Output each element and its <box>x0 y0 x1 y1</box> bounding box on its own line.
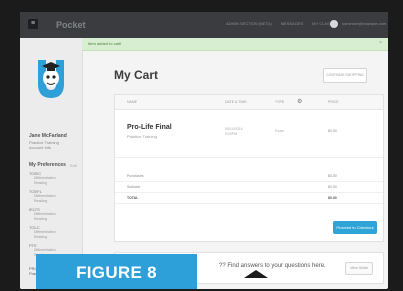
summary-value: $0.00 <box>328 185 337 189</box>
user-details: Practice Training Account Info <box>29 140 59 150</box>
banner-message: Item added to cart! <box>88 41 122 46</box>
preferences-list: TOEIC Differentiation Reading TOEFL Diff… <box>29 171 79 261</box>
nav-link-admin[interactable]: ADMIN SECTION (BETA) <box>226 21 272 26</box>
cart-table: NAME DATE & TIME TYPE ⚙ PRICE Pro-Life F… <box>114 94 384 242</box>
figure-label: FIGURE 8 <box>36 254 197 289</box>
preferences-title: My Preferences <box>29 162 66 168</box>
settings-icon[interactable]: ⚙ <box>297 98 302 105</box>
item-price: $0.00 <box>328 129 337 133</box>
avatar[interactable] <box>330 20 338 28</box>
pref-item[interactable]: Reading <box>29 199 79 204</box>
success-banner: Item added to cart! × <box>82 38 388 51</box>
summary-label: Purchases <box>127 174 144 178</box>
decorative-triangle <box>244 270 268 278</box>
table-row: Pro-Life Final Practice Training 09/14/2… <box>115 109 383 158</box>
pref-item[interactable]: Reading <box>29 217 79 222</box>
item-date-time: 9:00PM <box>225 132 238 136</box>
pref-group: TOEIC Differentiation Reading <box>29 171 79 186</box>
nav-link-messages[interactable]: MESSAGES <box>281 21 303 26</box>
pref-group: TOEFL Differentiation Reading <box>29 189 79 204</box>
item-type: Exam <box>275 129 284 133</box>
app-screen: ≡ Pocket ADMIN SECTION (BETA) MESSAGES M… <box>20 12 388 289</box>
summary-label: TOTAL <box>127 196 139 200</box>
sidebar: Jane McFarland Practice Training Account… <box>20 38 83 289</box>
help-text: ?? Find answers to your questions here. <box>219 263 326 269</box>
summary-value: $0.00 <box>328 174 337 178</box>
summary-row-total: TOTAL $0.00 <box>115 192 383 204</box>
header-name: NAME <box>127 100 138 104</box>
item-subtitle: Practice Training <box>127 134 157 139</box>
account-info-link[interactable]: Account Info <box>29 145 59 150</box>
pref-item[interactable]: Reading <box>29 181 79 186</box>
top-navigation-bar: ≡ Pocket ADMIN SECTION (BETA) MESSAGES M… <box>20 12 388 38</box>
view-guide-button[interactable]: View Guide <box>345 262 373 275</box>
page-title: My Cart <box>114 68 159 82</box>
item-date: 09/14/2014 9:00PM <box>225 127 243 137</box>
cart-table-header: NAME DATE & TIME TYPE ⚙ PRICE <box>115 95 383 110</box>
continue-shopping-button[interactable]: CONTINUE SHOPPING <box>323 68 367 83</box>
pref-group: IELTS Differentiation Reading <box>29 207 79 222</box>
proceed-to-checkout-button[interactable]: Proceed to Checkout <box>333 221 377 234</box>
summary-label: Subtotal <box>127 185 140 189</box>
summary-value: $0.00 <box>328 196 337 200</box>
top-nav-links: ADMIN SECTION (BETA) MESSAGES MY CLASS <box>226 21 332 26</box>
menu-icon[interactable]: ≡ <box>28 19 38 29</box>
close-icon[interactable]: × <box>379 40 382 46</box>
account-email[interactable]: someone@example.com <box>342 21 386 26</box>
header-date: DATE & TIME <box>225 100 247 104</box>
pref-item[interactable]: Reading <box>29 235 79 240</box>
header-type: TYPE <box>275 100 285 104</box>
user-name[interactable]: Jane McFarland <box>29 133 67 139</box>
brand-name[interactable]: Pocket <box>56 20 86 30</box>
mascot-logo-icon <box>38 60 64 98</box>
preferences-edit-link[interactable]: Edit <box>70 163 77 168</box>
pref-group: TOLC Differentiation Reading <box>29 225 79 240</box>
item-name[interactable]: Pro-Life Final <box>127 124 172 131</box>
header-price: PRICE <box>328 100 339 104</box>
